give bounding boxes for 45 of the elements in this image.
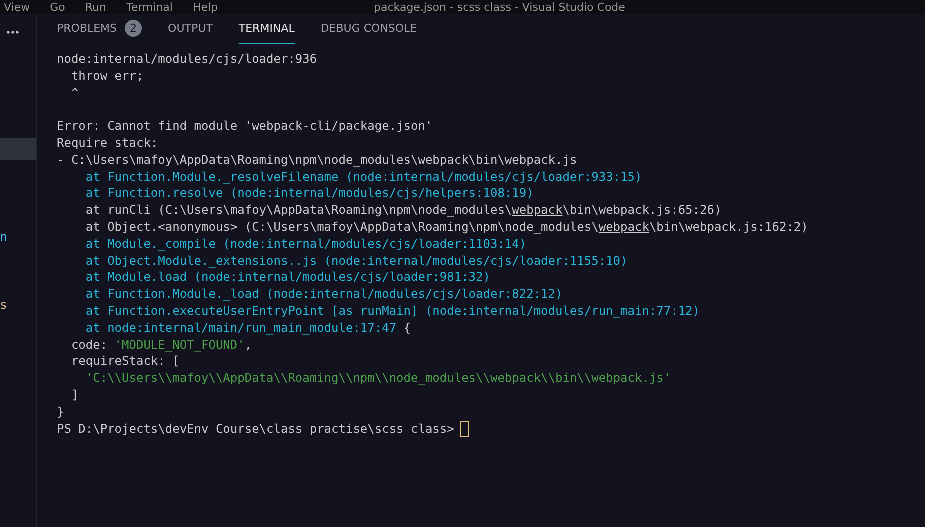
text-cursor — [460, 420, 470, 437]
terminal-prompt: PS D:\Projects\devEnv Course\class practise\scss class> — [57, 420, 454, 438]
sidebar-label[interactable]: s — [0, 298, 8, 312]
terminal-text: node:internal/modules/cjs/loader:936 — [57, 51, 318, 68]
panel-tab[interactable]: PROBLEMS 2 — [57, 14, 142, 44]
terminal-text: \bin\webpack.js:162:2) — [649, 218, 808, 236]
menu-item[interactable]: View — [4, 0, 30, 14]
panel-tab[interactable]: TERMINAL — [238, 14, 295, 44]
row-highlight — [0, 138, 36, 160]
string-literal: 'C:\\Users\\mafoy\\AppData\\Roaming\\npm\\node_modules\\webpack\\bin\\webpack.js' — [84, 370, 672, 387]
terminal-text: - C:\Users\mafoy\AppData\Roaming\npm\node_modules\webpack\bin\webpack.js — [57, 152, 578, 169]
stack-trace-line: at Function.Module._resolveFilename (node:internal/modules/cjs/loader:933:15) — [84, 168, 642, 186]
menu-item[interactable]: Terminal — [126, 0, 173, 14]
stack-trace-line: at Function.executeUserEntryPoint [as runMain] (node:internal/modules/run_main:77:12) — [84, 302, 700, 320]
terminal-text: \bin\webpack.js:65:26) — [562, 202, 722, 219]
terminal-text: at runCli (C:\Users\mafoy\AppData\Roaming\npm\node_modules\ — [84, 202, 512, 219]
file-link[interactable]: webpack — [598, 218, 650, 236]
terminal-text: requireStack: [ — [70, 353, 180, 370]
terminal-text: ^ — [70, 84, 79, 102]
terminal-text: , — [244, 336, 252, 354]
terminal-text: Error: Cannot find module 'webpack-cli/package.json' — [57, 118, 433, 135]
stack-trace-line: at Function.resolve (node:internal/modules/cjs/helpers:108:19) — [84, 185, 534, 202]
stack-trace-line: at node:internal/main/run_main_module:17:47 — [84, 320, 397, 337]
panel-tab[interactable]: OUTPUT — [168, 14, 213, 44]
terminal-text: at Object.<anonymous> (C:\Users\mafoy\AppData\Roaming\npm\node_modules\ — [84, 218, 599, 236]
menu-item[interactable]: Go — [50, 0, 66, 14]
terminal-text: } — [57, 404, 64, 421]
menu-item[interactable]: Run — [85, 0, 106, 14]
stack-trace-line: at Function.Module._load (node:internal/modules/cjs/loader:822:12) — [84, 286, 563, 303]
panel-tab[interactable]: DEBUG CONSOLE — [320, 14, 418, 44]
file-link[interactable]: webpack — [512, 202, 563, 219]
terminal-text: code: — [70, 336, 109, 354]
stack-trace-line: at Module._compile (node:internal/modules/cjs/loader:1103:14) — [84, 236, 527, 253]
string-literal: 'MODULE_NOT_FOUND' — [114, 336, 245, 354]
count-badge: 2 — [125, 20, 142, 37]
stack-trace-line: at Module.load (node:internal/modules/cjs/loader:981:32) — [84, 269, 490, 286]
terminal-text: Require stack: — [57, 134, 158, 152]
window-title: package.json - scss class - Visual Studio Code — [374, 0, 626, 14]
menu-item[interactable]: Help — [192, 0, 218, 14]
more-icon[interactable] — [7, 31, 19, 34]
terminal-text: { — [402, 320, 412, 337]
sidebar-label[interactable]: n — [0, 230, 8, 244]
terminal-text: ] — [70, 386, 79, 404]
stack-trace-line: at Object.Module._extensions..js (node:internal/modules/cjs/loader:1155:10) — [84, 252, 628, 270]
terminal-text: throw err; — [70, 68, 144, 85]
